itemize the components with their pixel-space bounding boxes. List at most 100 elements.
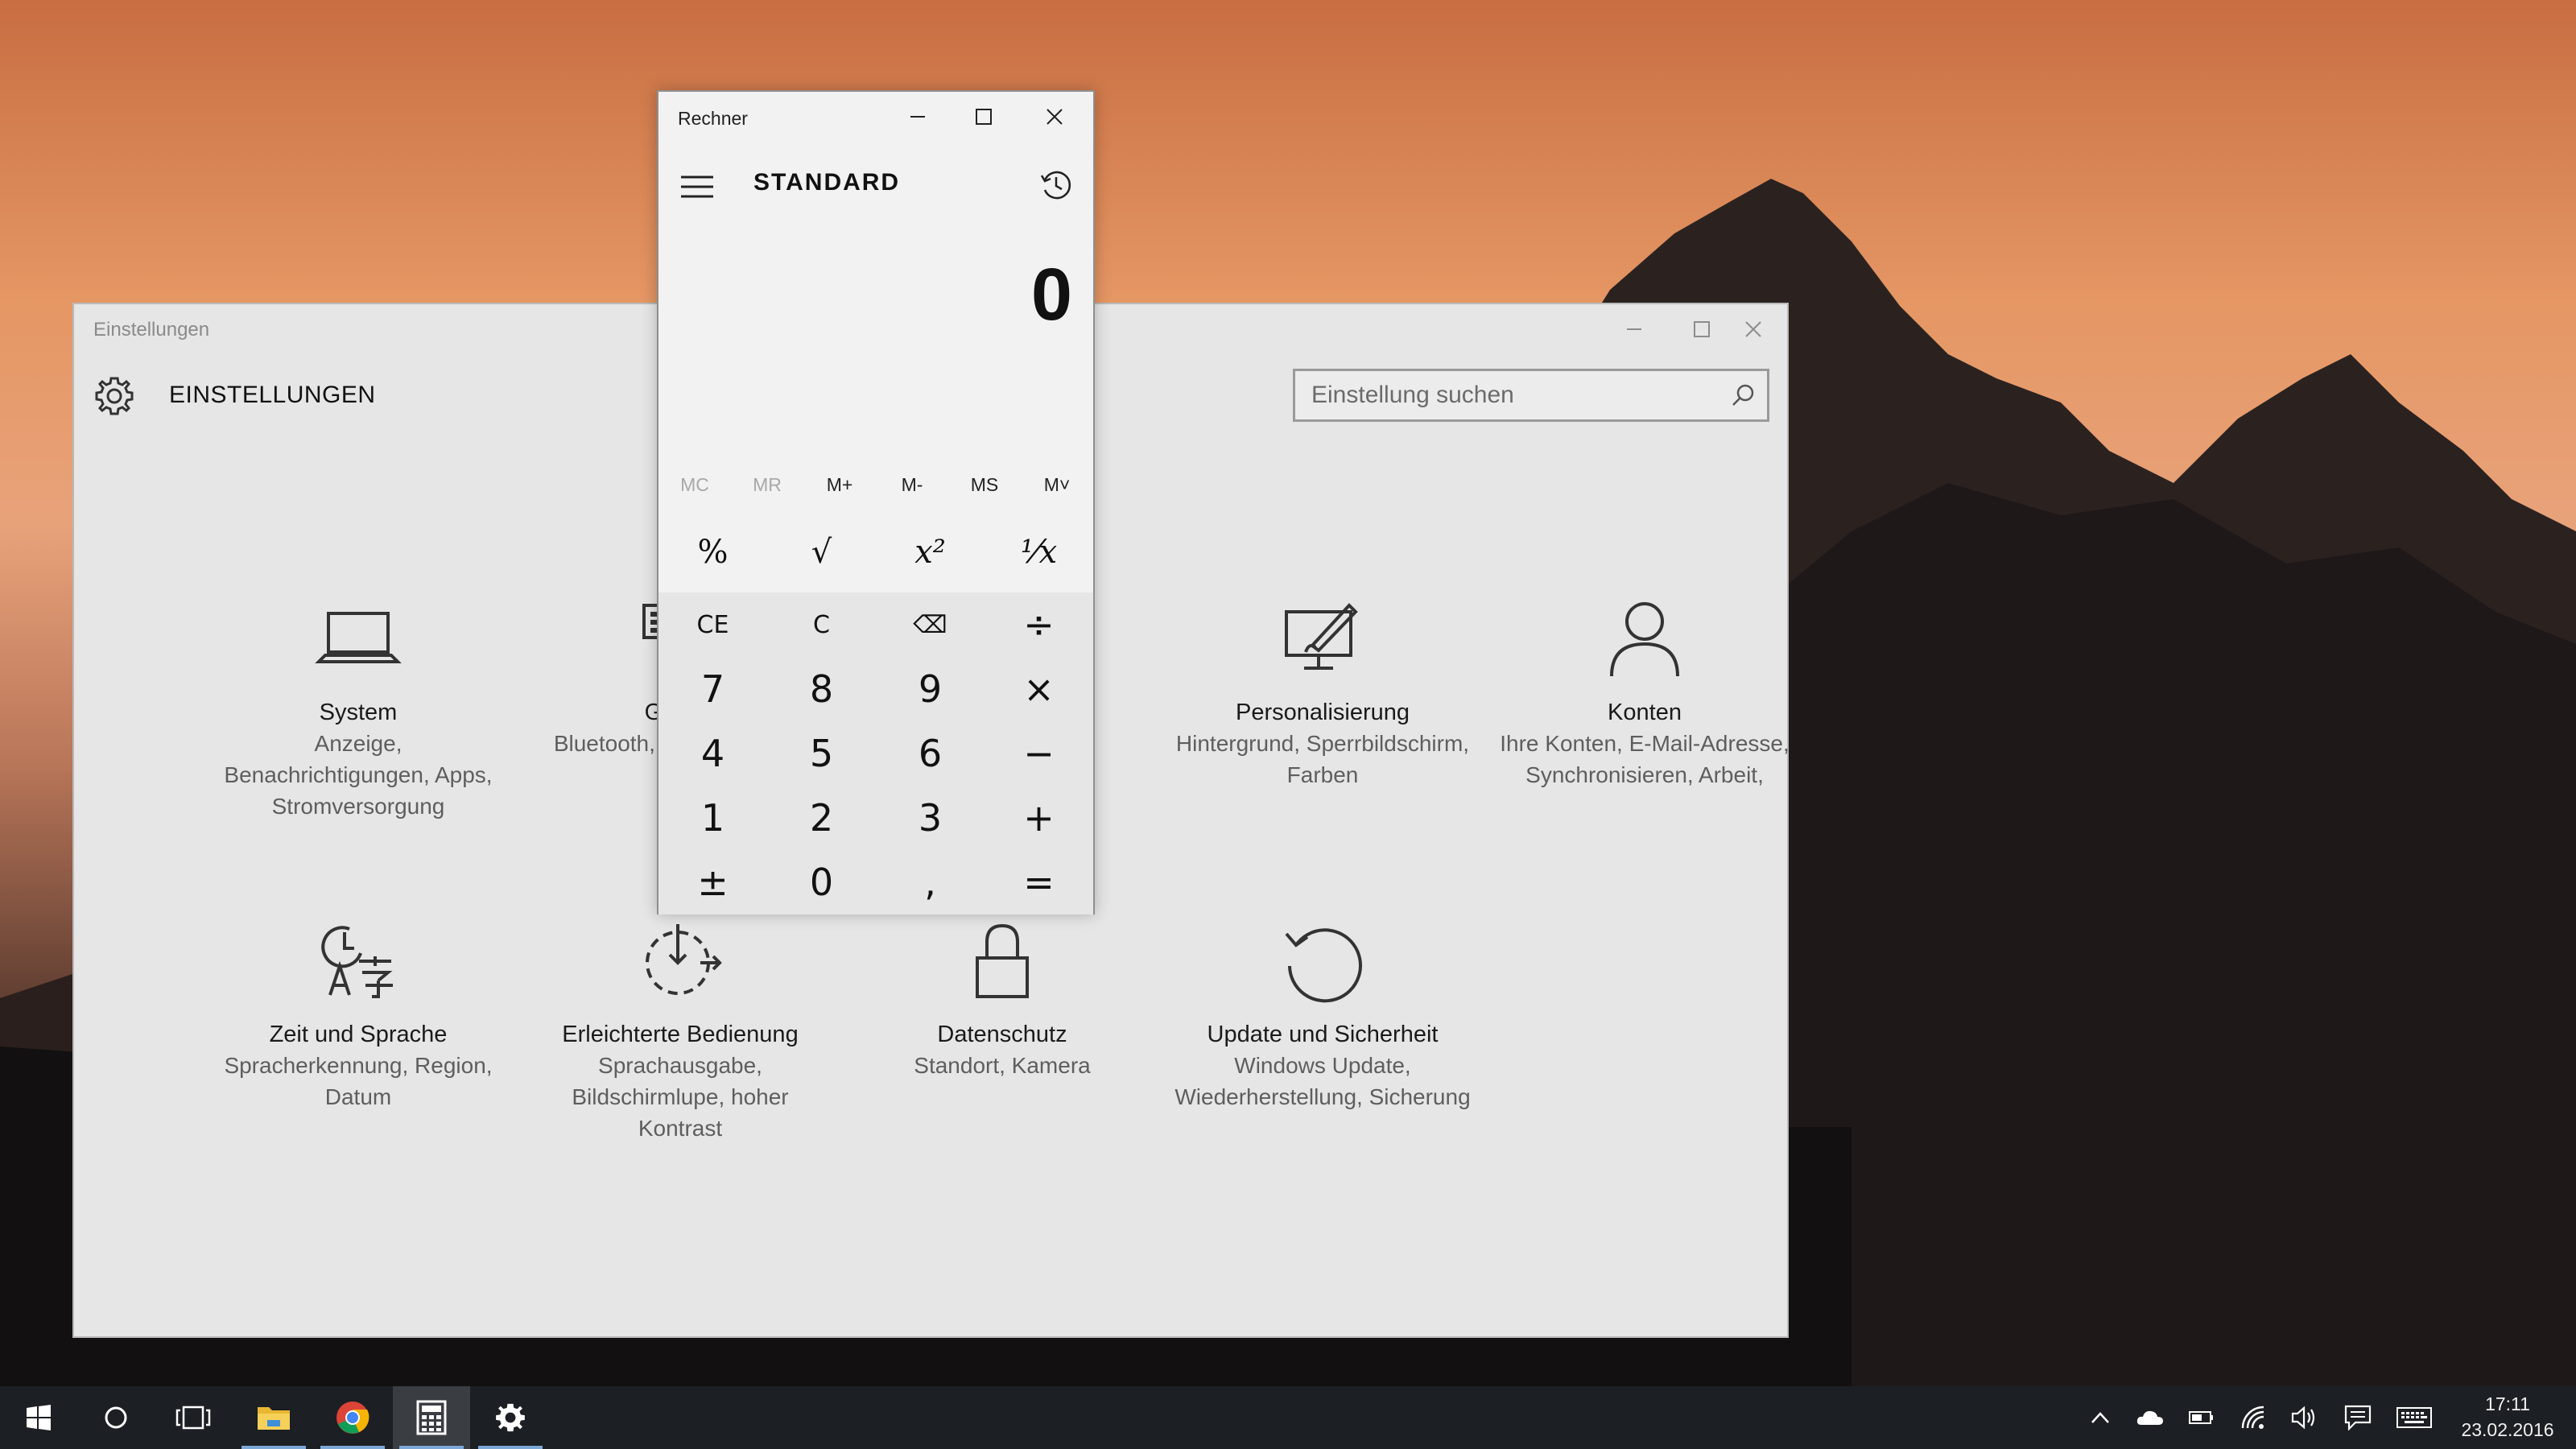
memory-recall-button[interactable]: MR bbox=[731, 462, 803, 507]
taskbar-clock[interactable]: 17:11 23.02.2016 bbox=[2447, 1391, 2568, 1443]
digit-2-button[interactable]: 2 bbox=[767, 786, 876, 850]
calculator-window: Rechner STANDARD 0 MC MR M+ M- MS M˅ % √… bbox=[657, 90, 1095, 914]
touch-keyboard-button[interactable] bbox=[2389, 1386, 2439, 1449]
close-icon bbox=[1046, 109, 1063, 125]
search-box[interactable] bbox=[1293, 369, 1769, 422]
square-root-button[interactable]: √ bbox=[767, 512, 876, 592]
battery-button[interactable] bbox=[2177, 1386, 2227, 1449]
tile-time-language[interactable]: Zeit und Sprache Spracherkennung, Region… bbox=[209, 916, 507, 1113]
settings-icon bbox=[496, 1403, 525, 1432]
reciprocal-button[interactable]: ¹⁄x bbox=[985, 512, 1093, 592]
divide-button[interactable]: ÷ bbox=[985, 592, 1093, 657]
digit-7-button[interactable]: 7 bbox=[658, 657, 767, 721]
personalization-icon bbox=[1285, 603, 1358, 670]
memory-subtract-button[interactable]: M- bbox=[876, 462, 948, 507]
history-icon[interactable] bbox=[1038, 167, 1074, 203]
chrome-icon bbox=[336, 1402, 369, 1434]
calculator-mode-title: STANDARD bbox=[753, 169, 901, 196]
onedrive-button[interactable] bbox=[2125, 1386, 2175, 1449]
calculator-taskbar-button[interactable] bbox=[393, 1386, 470, 1449]
update-icon bbox=[1285, 928, 1362, 1003]
network-button[interactable] bbox=[2228, 1386, 2278, 1449]
tile-title: Zeit und Sprache bbox=[269, 1022, 448, 1047]
clear-button[interactable]: C bbox=[767, 592, 876, 657]
tile-system[interactable]: System Anzeige, Benachrichtigungen, Apps… bbox=[209, 594, 507, 822]
digit-3-button[interactable]: 3 bbox=[876, 786, 985, 850]
digit-5-button[interactable]: 5 bbox=[767, 721, 876, 786]
window-title: Einstellungen bbox=[93, 319, 210, 341]
cortana-button[interactable] bbox=[77, 1386, 155, 1449]
tile-title: Konten bbox=[1608, 700, 1682, 725]
start-icon bbox=[27, 1405, 51, 1430]
tile-description: Hintergrund, Sperrbildschirm, Farben bbox=[1175, 731, 1470, 787]
tile-description: Sprachausgabe, Bildschirmlupe, hoher Kon… bbox=[572, 1053, 789, 1141]
show-hidden-icons-button[interactable] bbox=[2075, 1386, 2125, 1449]
search-icon[interactable] bbox=[1730, 382, 1756, 408]
tile-description: Windows Update, Wiederherstellung, Siche… bbox=[1174, 1053, 1471, 1109]
tile-description: Anzeige, Benachrichtigungen, Apps, Strom… bbox=[224, 731, 493, 819]
tile-ease-of-access[interactable]: Erleichterte Bedienung Sprachausgabe, Bi… bbox=[531, 916, 829, 1144]
accessibility-icon bbox=[646, 924, 722, 995]
clock-date: 23.02.2016 bbox=[2461, 1419, 2554, 1440]
clock-time: 17:11 bbox=[2485, 1393, 2530, 1414]
tile-personalization[interactable]: Personalisierung Hintergrund, Sperrbilds… bbox=[1174, 594, 1472, 791]
chrome-button[interactable] bbox=[314, 1386, 391, 1449]
memory-store-button[interactable]: MS bbox=[948, 462, 1021, 507]
percent-button[interactable]: % bbox=[658, 512, 767, 592]
maximize-icon bbox=[1694, 321, 1710, 337]
gear-icon bbox=[95, 377, 134, 415]
volume-button[interactable] bbox=[2280, 1386, 2330, 1449]
start-button[interactable] bbox=[0, 1386, 77, 1449]
search-input[interactable] bbox=[1295, 371, 1714, 419]
keyboard-icon bbox=[2396, 1407, 2432, 1428]
subtract-button[interactable]: − bbox=[985, 721, 1093, 786]
digit-0-button[interactable]: 0 bbox=[767, 850, 876, 914]
page-title: EINSTELLUNGEN bbox=[169, 382, 376, 408]
action-center-button[interactable] bbox=[2333, 1386, 2383, 1449]
close-button[interactable] bbox=[1018, 92, 1092, 142]
clear-entry-button[interactable]: CE bbox=[658, 592, 767, 657]
multiply-button[interactable]: × bbox=[985, 657, 1093, 721]
close-button[interactable] bbox=[1716, 304, 1790, 354]
add-button[interactable]: + bbox=[985, 786, 1093, 850]
memory-row: MC MR M+ M- MS M˅ bbox=[658, 462, 1093, 507]
user-icon bbox=[1610, 602, 1679, 677]
minimize-icon bbox=[1627, 328, 1641, 330]
tile-description: Spracherkennung, Region, Datum bbox=[224, 1053, 493, 1109]
equals-button[interactable]: = bbox=[985, 850, 1093, 914]
task-view-button[interactable] bbox=[155, 1386, 232, 1449]
cortana-icon bbox=[105, 1406, 127, 1429]
memory-add-button[interactable]: M+ bbox=[803, 462, 876, 507]
settings-taskbar-button[interactable] bbox=[472, 1386, 549, 1449]
tile-title: Datenschutz bbox=[937, 1022, 1067, 1047]
tile-privacy[interactable]: Datenschutz Standort, Kamera bbox=[853, 916, 1151, 1081]
digit-6-button[interactable]: 6 bbox=[876, 721, 985, 786]
keypad: CE C ⌫ ÷ 7 8 9 × 4 5 6 − 1 2 3 + ± 0 , = bbox=[658, 592, 1093, 914]
scientific-row: % √ x² ¹⁄x bbox=[658, 512, 1093, 592]
square-button[interactable]: x² bbox=[876, 512, 985, 592]
minimize-button[interactable] bbox=[881, 92, 955, 142]
negate-button[interactable]: ± bbox=[658, 850, 767, 914]
tile-title: Update und Sicherheit bbox=[1207, 1022, 1439, 1047]
memory-list-button[interactable]: M˅ bbox=[1021, 462, 1093, 507]
tile-accounts[interactable]: Konten Ihre Konten, E-Mail-Adresse, Sync… bbox=[1496, 594, 1794, 791]
decimal-separator-button[interactable]: , bbox=[876, 850, 985, 914]
window-title: Rechner bbox=[678, 108, 748, 129]
maximize-button[interactable] bbox=[947, 92, 1021, 142]
onedrive-icon bbox=[2136, 1410, 2163, 1425]
minimize-button[interactable] bbox=[1597, 304, 1671, 354]
digit-8-button[interactable]: 8 bbox=[767, 657, 876, 721]
memory-clear-button[interactable]: MC bbox=[658, 462, 731, 507]
task-view-icon bbox=[175, 1406, 211, 1430]
calculator-display: 0 bbox=[1030, 254, 1072, 336]
tile-update-security[interactable]: Update und Sicherheit Windows Update, Wi… bbox=[1174, 916, 1472, 1113]
maximize-icon bbox=[976, 109, 992, 125]
digit-9-button[interactable]: 9 bbox=[876, 657, 985, 721]
digit-1-button[interactable]: 1 bbox=[658, 786, 767, 850]
calculator-icon bbox=[416, 1400, 447, 1435]
minimize-icon bbox=[910, 116, 925, 118]
digit-4-button[interactable]: 4 bbox=[658, 721, 767, 786]
hamburger-menu-icon[interactable] bbox=[679, 169, 715, 204]
file-explorer-button[interactable] bbox=[235, 1386, 312, 1449]
backspace-button[interactable]: ⌫ bbox=[876, 592, 985, 657]
